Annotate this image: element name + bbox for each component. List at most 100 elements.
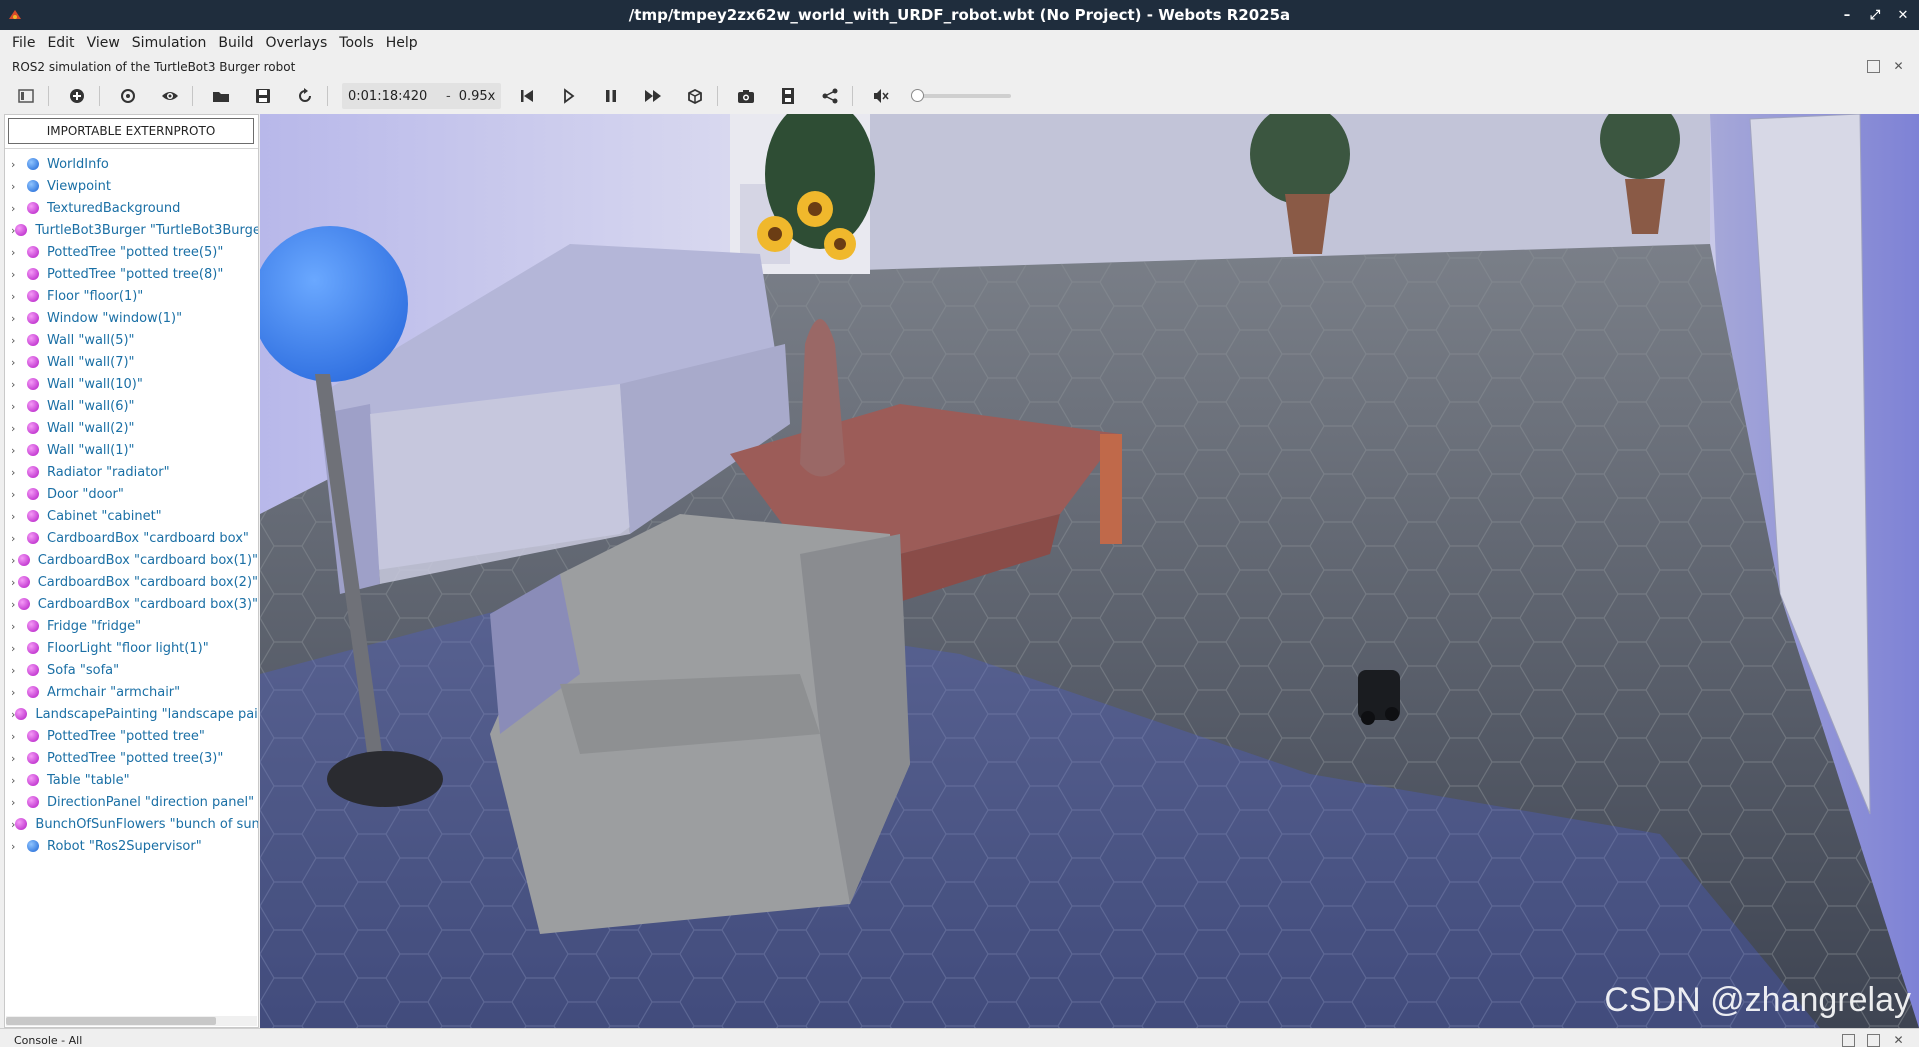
- expand-chevron-icon[interactable]: ›: [11, 378, 27, 391]
- expand-chevron-icon[interactable]: ›: [11, 576, 18, 589]
- save-world-button[interactable]: [249, 83, 277, 109]
- mute-button[interactable]: [867, 83, 895, 109]
- scene-tree-item[interactable]: › CardboardBox "cardboard box": [5, 527, 258, 549]
- scene-tree-item[interactable]: › Cabinet "cabinet": [5, 505, 258, 527]
- scene-tree-item[interactable]: › Sofa "sofa": [5, 659, 258, 681]
- menu-overlays[interactable]: Overlays: [260, 32, 334, 54]
- menu-tools[interactable]: Tools: [333, 32, 380, 54]
- expand-chevron-icon[interactable]: ›: [11, 664, 27, 677]
- scene-tree-item[interactable]: › Wall "wall(6)": [5, 395, 258, 417]
- scene-tree-item[interactable]: › Robot "Ros2Supervisor": [5, 835, 258, 857]
- expand-chevron-icon[interactable]: ›: [11, 400, 27, 413]
- scene-tree-item[interactable]: › Wall "wall(1)": [5, 439, 258, 461]
- expand-chevron-icon[interactable]: ›: [11, 180, 27, 193]
- scene-tree-item[interactable]: › Armchair "armchair": [5, 681, 258, 703]
- scene-tree-item[interactable]: › DirectionPanel "direction panel": [5, 791, 258, 813]
- scene-tree-item[interactable]: › TurtleBot3Burger "TurtleBot3Burger": [5, 219, 258, 241]
- volume-slider[interactable]: [911, 89, 1012, 102]
- menu-simulation[interactable]: Simulation: [126, 32, 213, 54]
- expand-chevron-icon[interactable]: ›: [11, 796, 27, 809]
- menu-file[interactable]: File: [6, 32, 41, 54]
- expand-chevron-icon[interactable]: ›: [11, 334, 27, 347]
- close-panel-icon[interactable]: ✕: [1892, 60, 1905, 73]
- scene-tree-item[interactable]: › Wall "wall(7)": [5, 351, 258, 373]
- expand-chevron-icon[interactable]: ›: [11, 466, 27, 479]
- scene-tree-item[interactable]: › Viewpoint: [5, 175, 258, 197]
- scene-tree-item[interactable]: › Radiator "radiator": [5, 461, 258, 483]
- menu-build[interactable]: Build: [212, 32, 259, 54]
- console-tab[interactable]: Console - All: [14, 1034, 82, 1047]
- reset-node-button[interactable]: [114, 83, 142, 109]
- scene-tree-item[interactable]: › CardboardBox "cardboard box(1)": [5, 549, 258, 571]
- expand-chevron-icon[interactable]: ›: [11, 730, 27, 743]
- step-button[interactable]: [555, 83, 583, 109]
- rendering-button[interactable]: [681, 83, 709, 109]
- menu-help[interactable]: Help: [380, 32, 424, 54]
- expand-chevron-icon[interactable]: ›: [11, 444, 27, 457]
- expand-chevron-icon[interactable]: ›: [11, 642, 27, 655]
- add-node-button[interactable]: [63, 83, 91, 109]
- expand-chevron-icon[interactable]: ›: [11, 312, 27, 325]
- reload-world-button[interactable]: [291, 83, 319, 109]
- expand-chevron-icon[interactable]: ›: [11, 268, 27, 281]
- menu-edit[interactable]: Edit: [41, 32, 80, 54]
- scene-tree-item[interactable]: ›LandscapePainting "landscape painting": [5, 703, 258, 725]
- scene-tree-item[interactable]: › Window "window(1)": [5, 307, 258, 329]
- float-panel-icon[interactable]: [1867, 60, 1880, 73]
- scene-tree-item[interactable]: › PottedTree "potted tree(8)": [5, 263, 258, 285]
- expand-chevron-icon[interactable]: ›: [11, 840, 27, 853]
- close-button[interactable]: ✕: [1895, 7, 1911, 23]
- expand-chevron-icon[interactable]: ›: [11, 246, 27, 259]
- 3d-view[interactable]: CSDN @zhangrelay: [260, 114, 1919, 1028]
- console-float-icon[interactable]: [1842, 1034, 1855, 1047]
- scene-tree-item[interactable]: › PottedTree "potted tree(3)": [5, 747, 258, 769]
- scene-tree-item[interactable]: ›BunchOfSunFlowers "bunch of sunflowers": [5, 813, 258, 835]
- expand-chevron-icon[interactable]: ›: [11, 774, 27, 787]
- scene-tree-item[interactable]: › Wall "wall(5)": [5, 329, 258, 351]
- scene-tree-item[interactable]: › WorldInfo: [5, 153, 258, 175]
- scene-tree-item[interactable]: › Door "door": [5, 483, 258, 505]
- scene-tree-item[interactable]: › Floor "floor(1)": [5, 285, 258, 307]
- expand-chevron-icon[interactable]: ›: [11, 620, 27, 633]
- scene-tree-item[interactable]: › CardboardBox "cardboard box(2)": [5, 571, 258, 593]
- expand-chevron-icon[interactable]: ›: [11, 686, 27, 699]
- maximize-button[interactable]: ⤢: [1867, 7, 1883, 23]
- expand-chevron-icon[interactable]: ›: [11, 598, 18, 611]
- expand-chevron-icon[interactable]: ›: [11, 752, 27, 765]
- scene-tree-horizontal-scrollbar[interactable]: [6, 1016, 257, 1026]
- pause-button[interactable]: [597, 83, 625, 109]
- screenshot-button[interactable]: [732, 83, 760, 109]
- show-hide-button[interactable]: [156, 83, 184, 109]
- expand-chevron-icon[interactable]: ›: [11, 158, 27, 171]
- scrollbar-thumb[interactable]: [6, 1017, 216, 1025]
- scene-tree-item[interactable]: › PottedTree "potted tree(5)": [5, 241, 258, 263]
- expand-chevron-icon[interactable]: ›: [11, 554, 18, 567]
- scene-tree-item[interactable]: › Wall "wall(10)": [5, 373, 258, 395]
- toggle-scene-tree-button[interactable]: [12, 83, 40, 109]
- scene-tree-item[interactable]: › Table "table": [5, 769, 258, 791]
- scene-tree-item[interactable]: › Wall "wall(2)": [5, 417, 258, 439]
- minimize-button[interactable]: –: [1839, 7, 1855, 23]
- expand-chevron-icon[interactable]: ›: [11, 422, 27, 435]
- volume-slider-knob[interactable]: [911, 89, 925, 102]
- scene-tree-item[interactable]: › Fridge "fridge": [5, 615, 258, 637]
- expand-chevron-icon[interactable]: ›: [11, 202, 27, 215]
- scene-tree-item[interactable]: › FloorLight "floor light(1)": [5, 637, 258, 659]
- reset-simulation-button[interactable]: [513, 83, 541, 109]
- menu-view[interactable]: View: [81, 32, 126, 54]
- scene-tree-item[interactable]: › CardboardBox "cardboard box(3)": [5, 593, 258, 615]
- share-button[interactable]: [816, 83, 844, 109]
- scene-tree-item[interactable]: › PottedTree "potted tree": [5, 725, 258, 747]
- expand-chevron-icon[interactable]: ›: [11, 290, 27, 303]
- record-movie-button[interactable]: [774, 83, 802, 109]
- console-close-icon[interactable]: ✕: [1892, 1034, 1905, 1047]
- expand-chevron-icon[interactable]: ›: [11, 488, 27, 501]
- importable-externproto-button[interactable]: IMPORTABLE EXTERNPROTO: [8, 118, 254, 144]
- expand-chevron-icon[interactable]: ›: [11, 510, 27, 523]
- fast-forward-button[interactable]: [639, 83, 667, 109]
- console-restore-icon[interactable]: [1867, 1034, 1880, 1047]
- expand-chevron-icon[interactable]: ›: [11, 532, 27, 545]
- open-world-button[interactable]: [207, 83, 235, 109]
- scene-tree-item[interactable]: › TexturedBackground: [5, 197, 258, 219]
- expand-chevron-icon[interactable]: ›: [11, 356, 27, 369]
